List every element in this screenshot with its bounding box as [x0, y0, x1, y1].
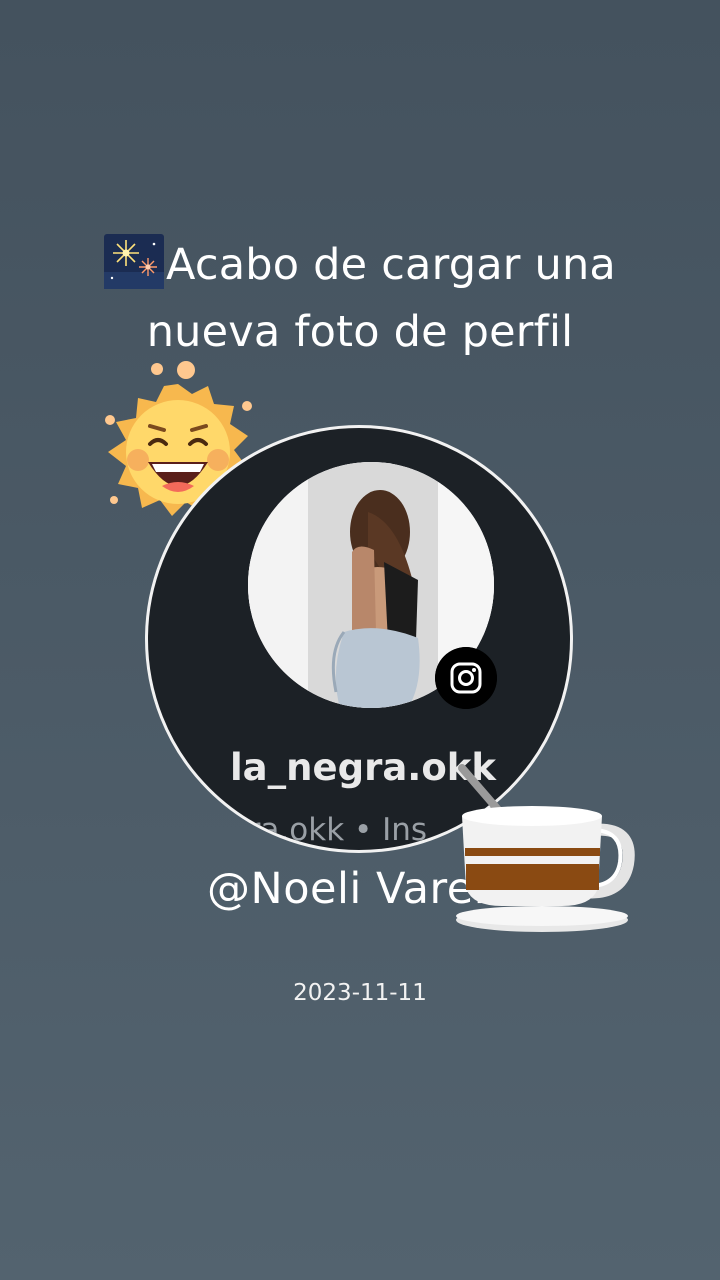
instagram-icon [435, 647, 497, 709]
story-canvas: Acabo de cargar una nueva foto de perfil [0, 0, 720, 1280]
headline: Acabo de cargar una nueva foto de perfil [60, 232, 660, 366]
post-date: 2023-11-11 [293, 980, 427, 1006]
coffee-cup-icon [456, 764, 635, 932]
headline-text-1: Acabo de cargar una [166, 240, 616, 290]
profile-subtitle: gra.okk • Ins [228, 812, 428, 848]
headline-line-1: Acabo de cargar una [60, 232, 660, 299]
fireworks-icon [104, 234, 165, 289]
headline-text-2: nueva foto de perfil [146, 307, 574, 357]
